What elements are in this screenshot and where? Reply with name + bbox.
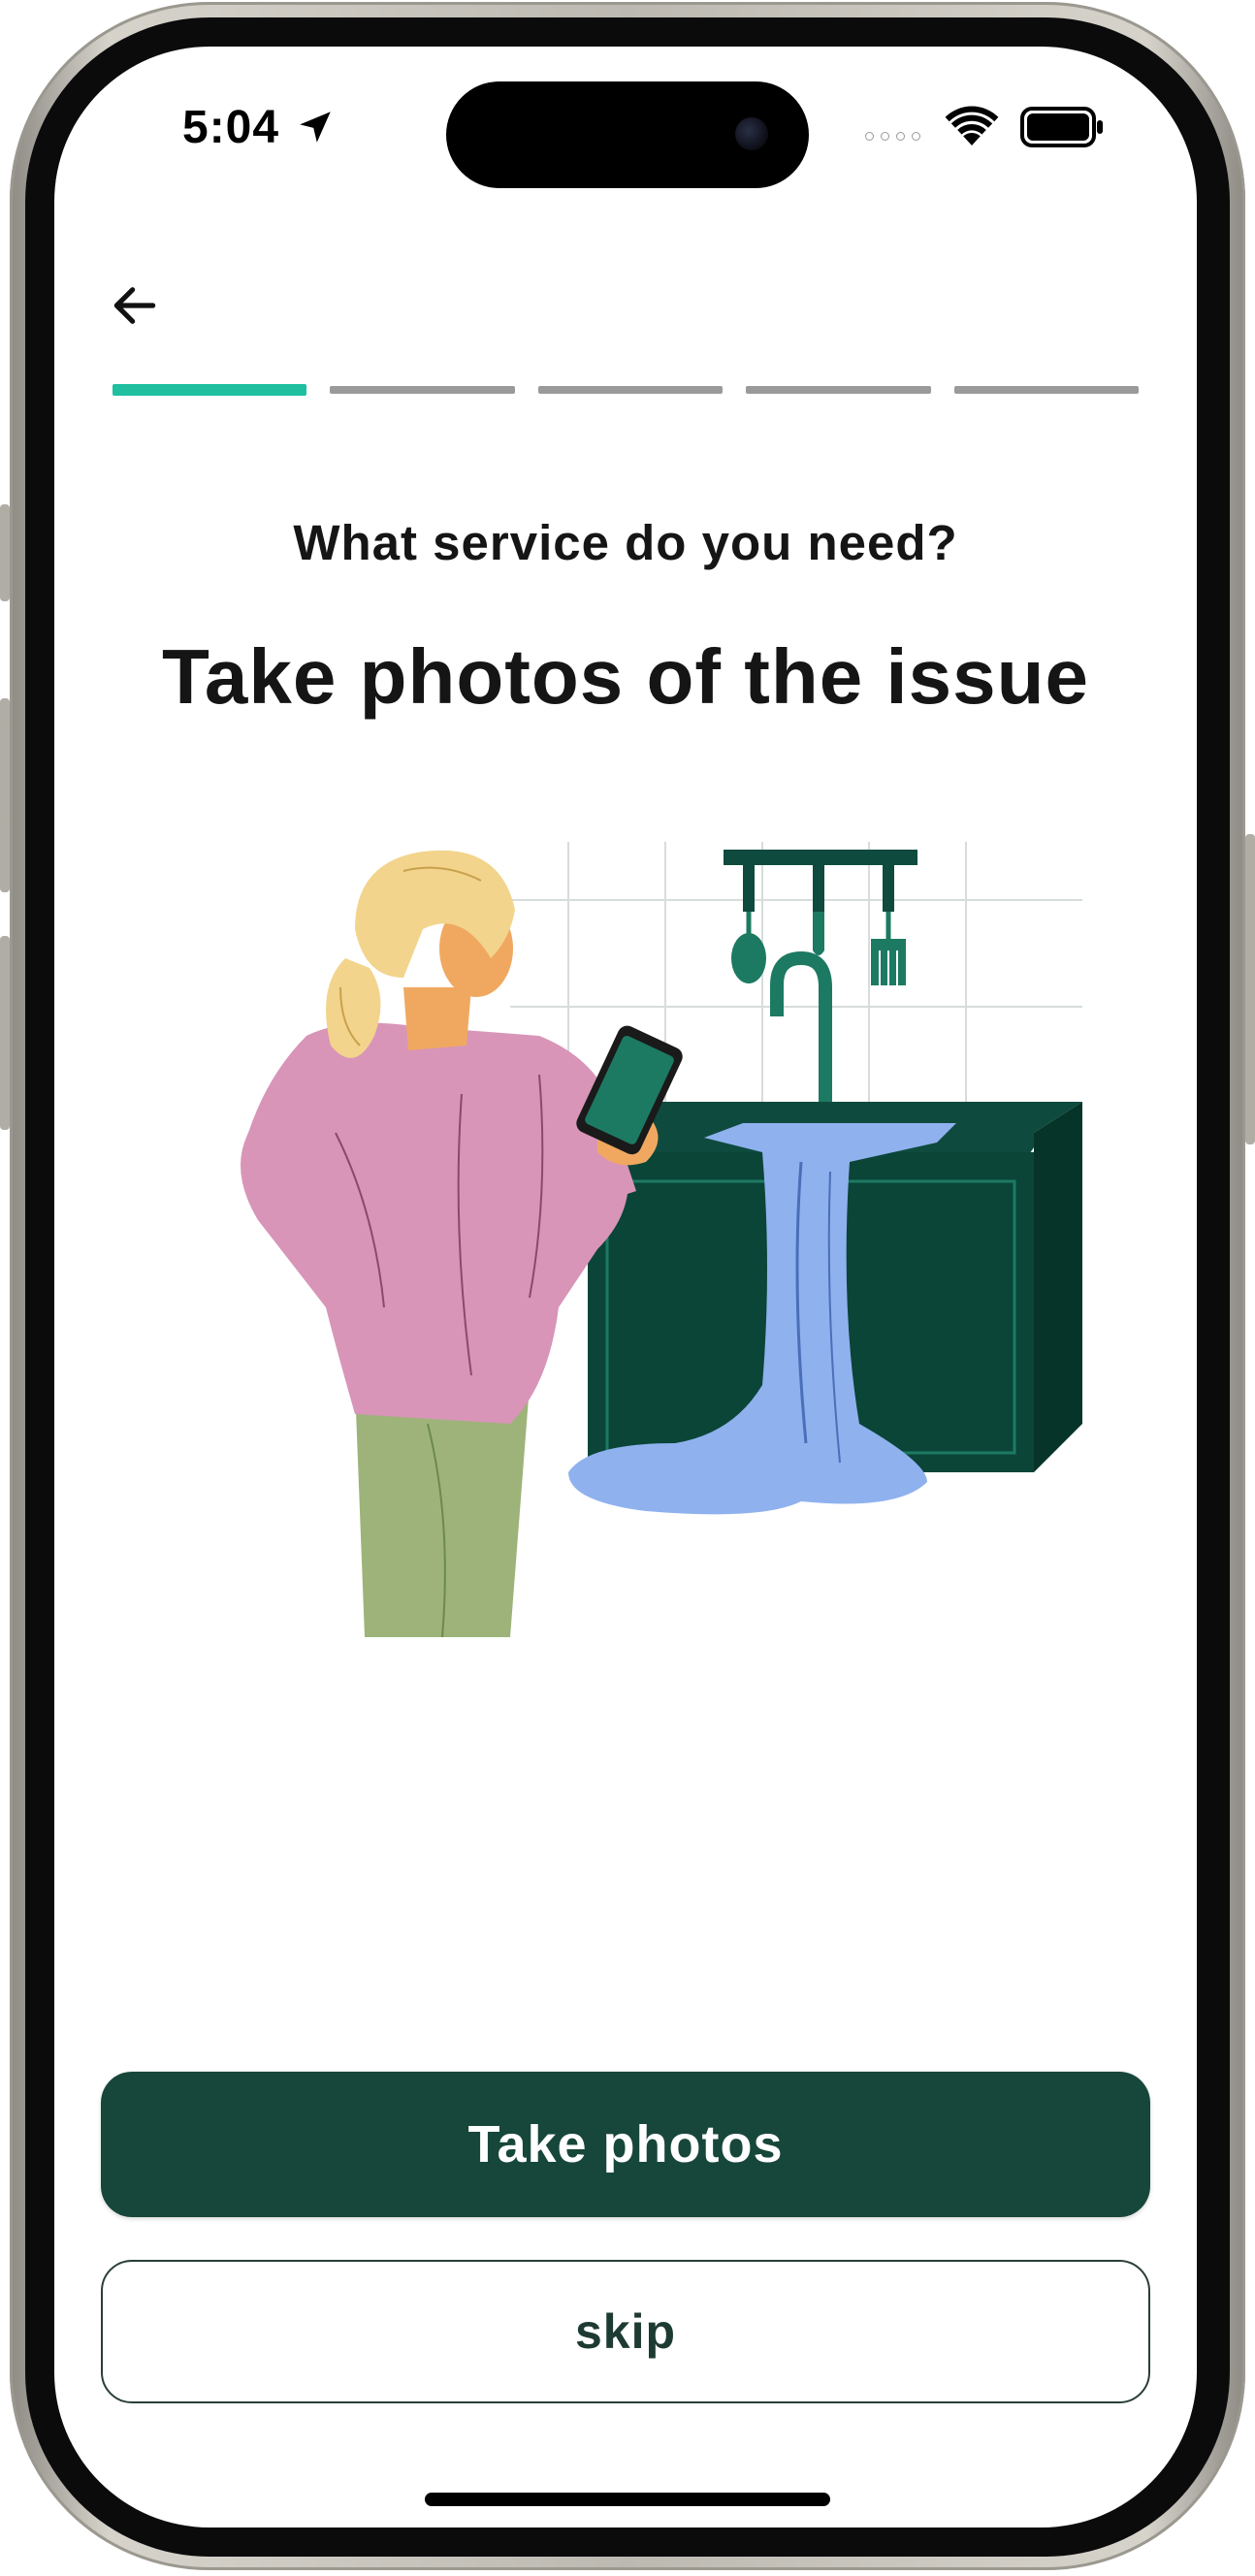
leaking-sink-illustration [241,842,1082,1637]
page-title: Take photos of the issue [162,633,1089,720]
signal-dots-icon [865,132,920,141]
status-time: 5:04 [182,102,280,153]
progress-step-3 [537,386,724,394]
question-subtitle: What service do you need? [293,515,958,570]
skip-button[interactable]: skip [101,2260,1150,2403]
step-progress-bar [113,384,1140,396]
take-photos-button[interactable]: Take photos [101,2072,1150,2217]
volume-up-button [0,698,10,892]
front-camera-icon [735,117,768,150]
progress-step-2 [330,386,515,394]
location-arrow-icon [300,112,331,143]
dynamic-island [446,81,809,188]
back-button[interactable] [97,268,173,343]
action-button [0,504,10,601]
battery-icon [1020,107,1103,147]
home-indicator[interactable] [425,2493,830,2506]
progress-step-5 [953,386,1140,394]
screen: 5:04 What service do you need? Take phot… [54,47,1197,2528]
arrow-left-icon [113,287,156,324]
wifi-icon [945,106,999,145]
power-button [1245,834,1255,1144]
volume-down-button [0,936,10,1130]
progress-step-4 [746,386,931,394]
progress-step-1 [113,384,307,396]
